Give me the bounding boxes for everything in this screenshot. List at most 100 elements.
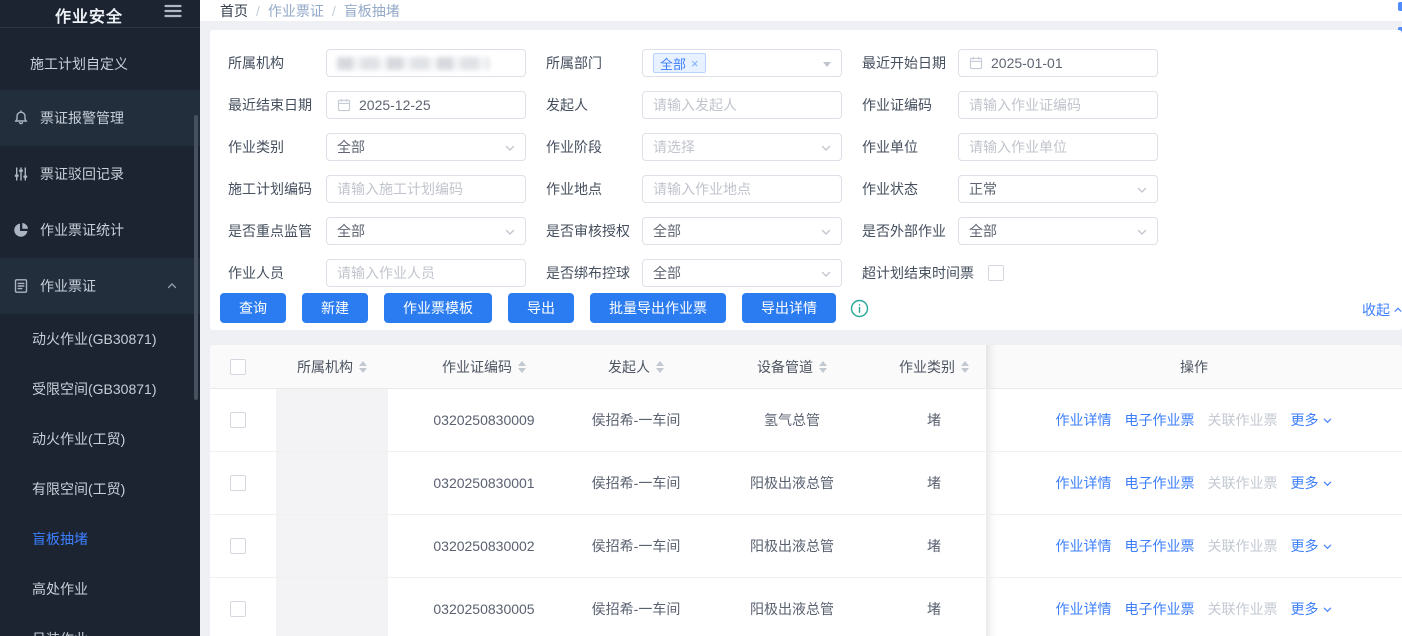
linked-ticket-link: 关联作业票 (1208, 473, 1278, 493)
close-icon[interactable]: × (691, 57, 699, 70)
dept-label: 所属部门 (546, 53, 642, 73)
work-detail-link[interactable]: 作业详情 (1056, 473, 1112, 493)
work-unit-input[interactable] (958, 133, 1158, 161)
breadcrumb-work-tickets[interactable]: 作业票证 (268, 1, 324, 21)
key-supervision-select[interactable]: 全部 (326, 217, 526, 245)
chevron-down-icon (1136, 226, 1148, 238)
end-date-picker[interactable]: 2025-12-25 (326, 91, 526, 119)
ticket-template-button[interactable]: 作业票模板 (384, 293, 492, 323)
work-detail-link[interactable]: 作业详情 (1056, 599, 1112, 619)
breadcrumb-blind-plate[interactable]: 盲板抽堵 (344, 1, 400, 21)
sort-icon[interactable] (819, 361, 827, 373)
org-input[interactable] (326, 49, 526, 77)
info-icon[interactable] (850, 299, 869, 318)
row-checkbox[interactable] (230, 538, 246, 554)
sort-icon[interactable] (359, 361, 367, 373)
sidebar-item-hot-work-trade[interactable]: 动火作业(工贸) (0, 414, 200, 464)
sidebar-scrollbar[interactable] (194, 115, 198, 400)
sidebar-item-work-tickets[interactable]: 作业票证 (0, 258, 200, 314)
more-link[interactable]: 更多 (1291, 536, 1333, 556)
header-operations: 操作 (986, 345, 1402, 388)
header-pipeline[interactable]: 设备管道 (702, 345, 882, 388)
more-link[interactable]: 更多 (1291, 473, 1333, 493)
row-checkbox[interactable] (230, 601, 246, 617)
start-date-picker[interactable]: 2025-01-01 (958, 49, 1158, 77)
header-org[interactable]: 所属机构 (266, 345, 398, 388)
work-type-select[interactable]: 全部 (326, 133, 526, 161)
batch-export-button[interactable]: 批量导出作业票 (590, 293, 726, 323)
row-checkbox[interactable] (230, 475, 246, 491)
work-type-cell: 堵 (882, 578, 986, 636)
table-row: 0320250830005 侯招希-一车间 阳极出液总管 堵 作业详情 电子作业… (210, 578, 1402, 636)
calendar-icon (969, 56, 983, 70)
external-work-select[interactable]: 全部 (958, 217, 1158, 245)
org-label: 所属机构 (228, 53, 326, 73)
key-supervision-label: 是否重点监管 (228, 221, 326, 241)
pipeline-cell: 阳极出液总管 (702, 452, 882, 514)
chevron-down-icon (820, 226, 832, 238)
audit-auth-select[interactable]: 全部 (642, 217, 842, 245)
document-icon (13, 278, 29, 294)
e-ticket-link[interactable]: 电子作业票 (1125, 410, 1195, 430)
sliders-icon (13, 166, 29, 182)
permit-code-input[interactable] (958, 91, 1158, 119)
work-stage-select[interactable]: 请选择 (642, 133, 842, 161)
initiator-input[interactable] (642, 91, 842, 119)
work-type-label: 作业类别 (228, 137, 326, 157)
sidebar-item-limited-space-trade[interactable]: 有限空间(工贸) (0, 464, 200, 514)
linked-ticket-link: 关联作业票 (1208, 536, 1278, 556)
chevron-down-icon (504, 142, 516, 154)
plan-code-input[interactable] (326, 175, 526, 203)
filter-panel: 所属机构 最近结束日期 2025-12-25 作业类别 全部 施工计划编码 (210, 30, 1402, 330)
end-date-label: 最近结束日期 (228, 95, 326, 115)
sidebar-item-confined-space-gb[interactable]: 受限空间(GB30871) (0, 364, 200, 414)
more-link[interactable]: 更多 (1291, 599, 1333, 619)
export-detail-button[interactable]: 导出详情 (742, 293, 836, 323)
sidebar-item-lifting-work[interactable]: 吊装作业 (0, 614, 200, 636)
dept-multiselect[interactable]: 全部 × (642, 49, 842, 77)
sort-icon[interactable] (961, 361, 969, 373)
header-work-type[interactable]: 作业类别 (882, 345, 986, 388)
sidebar-item-height-work[interactable]: 高处作业 (0, 564, 200, 614)
workers-input[interactable] (326, 259, 526, 287)
sidebar-item-construction-plan[interactable]: 施工计划自定义 (0, 38, 200, 90)
initiator-label: 发起人 (546, 95, 642, 115)
select-all-checkbox[interactable] (230, 359, 246, 375)
permit-code-cell: 0320250830009 (398, 389, 570, 451)
sidebar-item-blind-plate[interactable]: 盲板抽堵 (0, 514, 200, 564)
header-permit-code[interactable]: 作业证编码 (398, 345, 570, 388)
sidebar-item-ticket-alarm[interactable]: 票证报警管理 (0, 90, 200, 146)
work-detail-link[interactable]: 作业详情 (1056, 536, 1112, 556)
control-ball-select[interactable]: 全部 (642, 259, 842, 287)
create-button[interactable]: 新建 (302, 293, 368, 323)
overdue-checkbox[interactable] (988, 265, 1004, 281)
hamburger-menu-icon[interactable] (163, 1, 183, 21)
workers-label: 作业人员 (228, 263, 326, 283)
app-title: 作业安全 (55, 3, 123, 27)
chevron-down-icon (1322, 415, 1333, 426)
sidebar-item-ticket-reject-log[interactable]: 票证驳回记录 (0, 146, 200, 202)
e-ticket-link[interactable]: 电子作业票 (1125, 599, 1195, 619)
sidebar-item-hot-work-gb[interactable]: 动火作业(GB30871) (0, 314, 200, 364)
breadcrumb-home[interactable]: 首页 (220, 1, 248, 21)
dropdown-arrow-icon (823, 62, 831, 67)
search-button[interactable]: 查询 (220, 293, 286, 323)
e-ticket-link[interactable]: 电子作业票 (1125, 536, 1195, 556)
work-stage-label: 作业阶段 (546, 137, 642, 157)
start-date-label: 最近开始日期 (862, 53, 958, 73)
work-location-input[interactable] (642, 175, 842, 203)
initiator-cell: 侯招希-一车间 (570, 452, 702, 514)
sidebar-item-ticket-statistics[interactable]: 作业票证统计 (0, 202, 200, 258)
sort-icon[interactable] (518, 361, 526, 373)
more-link[interactable]: 更多 (1291, 410, 1333, 430)
sort-icon[interactable] (656, 361, 664, 373)
export-button[interactable]: 导出 (508, 293, 574, 323)
header-initiator[interactable]: 发起人 (570, 345, 702, 388)
work-status-select[interactable]: 正常 (958, 175, 1158, 203)
e-ticket-link[interactable]: 电子作业票 (1125, 473, 1195, 493)
row-checkbox[interactable] (230, 412, 246, 428)
collapse-filters-link[interactable]: 收起 (1362, 300, 1394, 320)
permit-code-cell: 0320250830001 (398, 452, 570, 514)
redacted-org (276, 452, 388, 514)
work-detail-link[interactable]: 作业详情 (1056, 410, 1112, 430)
